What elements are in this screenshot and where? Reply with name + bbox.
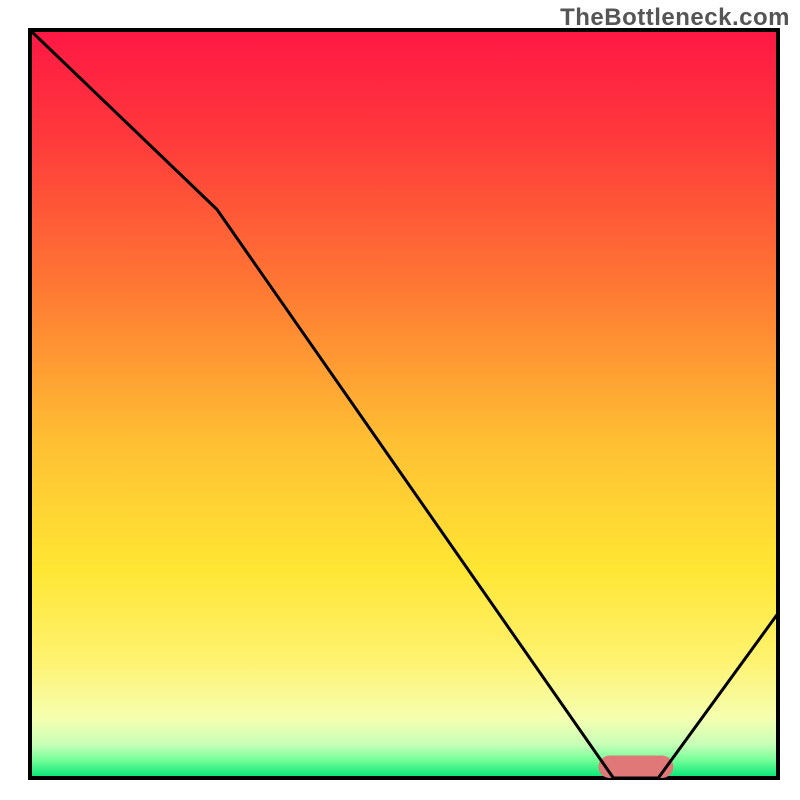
plot-background xyxy=(30,30,778,778)
bottleneck-chart: TheBottleneck.com xyxy=(0,0,800,800)
watermark-text: TheBottleneck.com xyxy=(560,4,790,32)
chart-svg xyxy=(0,0,800,800)
